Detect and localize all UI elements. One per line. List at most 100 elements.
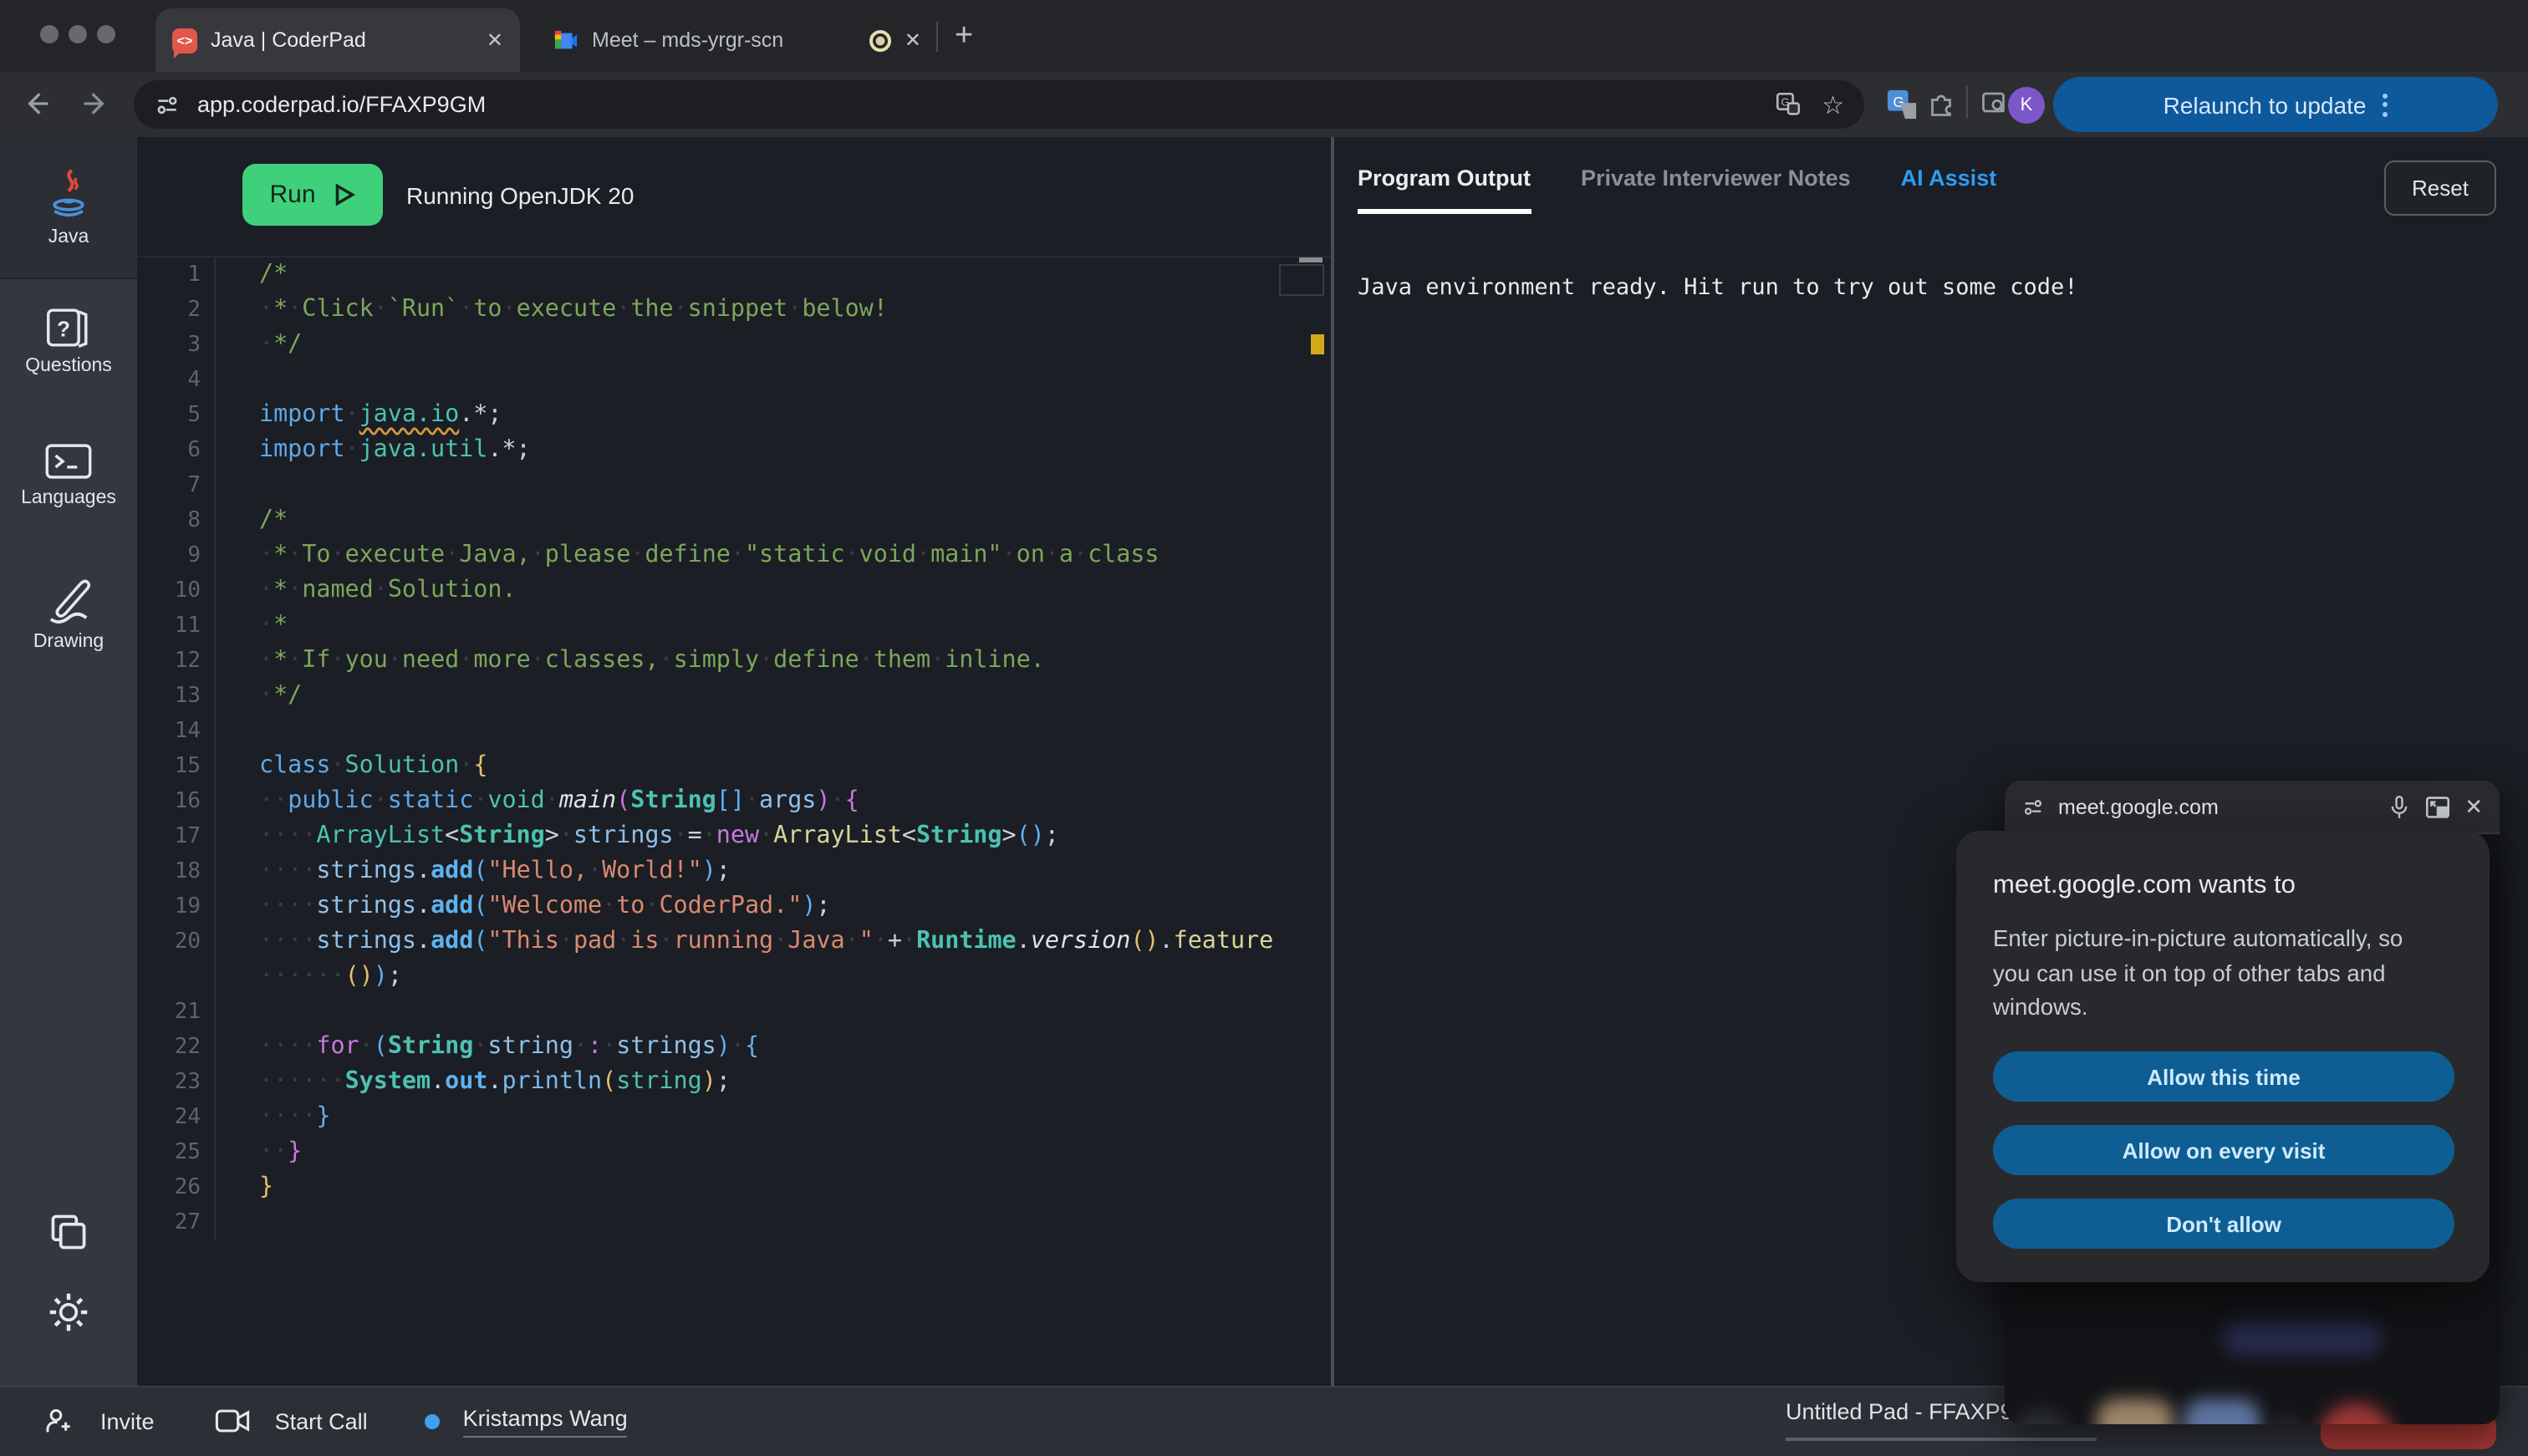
pip-site-settings-icon[interactable]	[2021, 795, 2045, 818]
profile-avatar[interactable]: K	[2008, 87, 2045, 124]
line-number: 14	[137, 714, 201, 749]
line-number: 3	[137, 328, 201, 363]
code-line: 5import·java.io.*;	[137, 398, 1331, 433]
user-name[interactable]: Kristamps Wang	[463, 1405, 628, 1437]
reset-button[interactable]: Reset	[2384, 160, 2496, 216]
code-line: 4	[137, 363, 1331, 398]
pip-permission-dialog: meet.google.com wants to Enter picture-i…	[1956, 831, 2490, 1282]
dialog-body: Enter picture-in-picture automatically, …	[1993, 923, 2428, 1026]
dont-allow-button[interactable]: Don't allow	[1993, 1199, 2454, 1249]
sidebar-item-questions[interactable]: ? Questions	[0, 306, 137, 376]
tab-coderpad[interactable]: <> Java | CoderPad ✕	[155, 8, 520, 72]
line-number: 19	[137, 889, 201, 924]
editor-scrollbar-thumb[interactable]	[1299, 257, 1323, 262]
java-logo-icon	[43, 167, 94, 221]
allow-every-visit-button[interactable]: Allow on every visit	[1993, 1125, 2454, 1175]
pip-close-icon[interactable]: ✕	[2464, 793, 2483, 820]
copy-pad-icon[interactable]	[47, 1210, 90, 1254]
mic-icon[interactable]	[2388, 793, 2411, 820]
tab-program-output[interactable]: Program Output	[1358, 165, 1531, 214]
close-tab-icon[interactable]: ✕	[905, 30, 921, 50]
code-area[interactable]: 1/*2·*·Click·`Run`·to·execute·the·snippe…	[137, 257, 1331, 1386]
questions-icon: ?	[43, 306, 94, 349]
line-number: 1	[137, 257, 201, 293]
bookmark-star-icon[interactable]: ☆	[1822, 89, 1844, 120]
code-line: 16··public·static·void·main(String[]·arg…	[137, 784, 1331, 819]
settings-gear-icon[interactable]	[47, 1291, 90, 1334]
pip-expand-icon[interactable]	[2424, 795, 2451, 818]
video-camera-icon	[215, 1406, 252, 1436]
pad-title-underline	[1786, 1438, 2097, 1440]
translate-extension-icon[interactable]: G	[1886, 89, 1918, 120]
line-number: 15	[137, 749, 201, 784]
sidebar-label: Drawing	[0, 632, 137, 652]
line-number	[137, 960, 201, 995]
tab-title: Java | CoderPad	[211, 28, 473, 52]
code-line: 6import·java.util.*;	[137, 433, 1331, 468]
translate-icon[interactable]: G	[1773, 90, 1802, 119]
site-settings-icon[interactable]	[154, 91, 181, 118]
line-number: 21	[137, 995, 201, 1030]
relaunch-to-update-button[interactable]: Relaunch to update	[2053, 77, 2498, 132]
code-line: 2·*·Click·`Run`·to·execute·the·snippet·b…	[137, 293, 1331, 328]
code-line: 7	[137, 468, 1331, 503]
close-tab-icon[interactable]: ✕	[487, 30, 503, 50]
blurred-control	[2011, 1409, 2072, 1424]
panel-divider[interactable]	[1331, 137, 1334, 1386]
code-line: 21	[137, 995, 1331, 1030]
line-number: 20	[137, 924, 201, 960]
screen: <> Java | CoderPad ✕ Meet – mds-yrgr-scn…	[0, 0, 2528, 1456]
languages-terminal-icon	[42, 441, 95, 481]
window-close-button[interactable]	[40, 25, 59, 43]
sidebar-item-drawing[interactable]: Drawing	[0, 575, 137, 652]
line-number: 23	[137, 1065, 201, 1100]
editor-overview-ruler	[1279, 264, 1324, 296]
line-number: 18	[137, 854, 201, 889]
extensions-puzzle-icon[interactable]	[1926, 89, 1956, 119]
status-bar-left: Invite Start Call Kristamps Wang	[43, 1386, 628, 1456]
code-line: 19····strings.add("Welcome·to·CoderPad."…	[137, 889, 1331, 924]
tab-ai-assist[interactable]: AI Assist	[1901, 165, 1997, 214]
tab-private-interviewer-notes[interactable]: Private Interviewer Notes	[1581, 165, 1851, 214]
code-line: 3·*/	[137, 328, 1331, 363]
blurred-pill	[2222, 1322, 2383, 1356]
tab-meet[interactable]: Meet – mds-yrgr-scn ✕	[537, 8, 938, 72]
warning-marker	[1311, 334, 1324, 354]
allow-this-time-button[interactable]: Allow this time	[1993, 1051, 2454, 1102]
pip-url: meet.google.com	[2058, 795, 2374, 818]
url-text: app.coderpad.io/FFAXP9GM	[197, 92, 1773, 117]
blurred-hangup	[2316, 1403, 2396, 1424]
code-line: 1/*	[137, 257, 1331, 293]
code-line: 23······System.out.println(string);	[137, 1065, 1331, 1100]
blurred-control	[2184, 1399, 2260, 1424]
address-bar[interactable]: app.coderpad.io/FFAXP9GM G ☆	[134, 80, 1864, 129]
runtime-label: Running OpenJDK 20	[406, 182, 634, 209]
play-icon	[331, 182, 356, 207]
line-number: 25	[137, 1135, 201, 1170]
window-zoom-button[interactable]	[97, 25, 115, 43]
line-number: 7	[137, 468, 201, 503]
start-call-button[interactable]: Start Call	[275, 1408, 368, 1433]
forward-button[interactable]	[79, 87, 112, 120]
presence-dot-icon	[425, 1413, 440, 1428]
code-line: 10·*·named·Solution.	[137, 573, 1331, 608]
code-line: 27	[137, 1205, 1331, 1240]
tab-divider	[936, 22, 938, 52]
sidebar-label: Languages	[0, 488, 137, 508]
line-number: 27	[137, 1205, 201, 1240]
window-minimize-button[interactable]	[69, 25, 87, 43]
code-line: 18····strings.add("Hello,·World!");	[137, 854, 1331, 889]
back-button[interactable]	[20, 87, 54, 120]
line-number: 16	[137, 784, 201, 819]
run-button[interactable]: Run	[242, 164, 383, 226]
blurred-control	[2272, 1416, 2302, 1424]
code-line: 26}	[137, 1170, 1331, 1205]
new-tab-button[interactable]: +	[955, 18, 973, 55]
browser-menu-icon[interactable]	[2383, 93, 2388, 116]
output-tabs: Program Output Private Interviewer Notes…	[1358, 165, 1996, 214]
side-search-icon[interactable]	[1980, 89, 2010, 119]
sidebar-item-languages[interactable]: Languages	[0, 441, 137, 508]
code-line: 9·*·To·execute·Java,·please·define·"stat…	[137, 538, 1331, 573]
invite-button[interactable]: Invite	[100, 1408, 155, 1433]
sidebar-item-java[interactable]: Java	[0, 167, 137, 247]
